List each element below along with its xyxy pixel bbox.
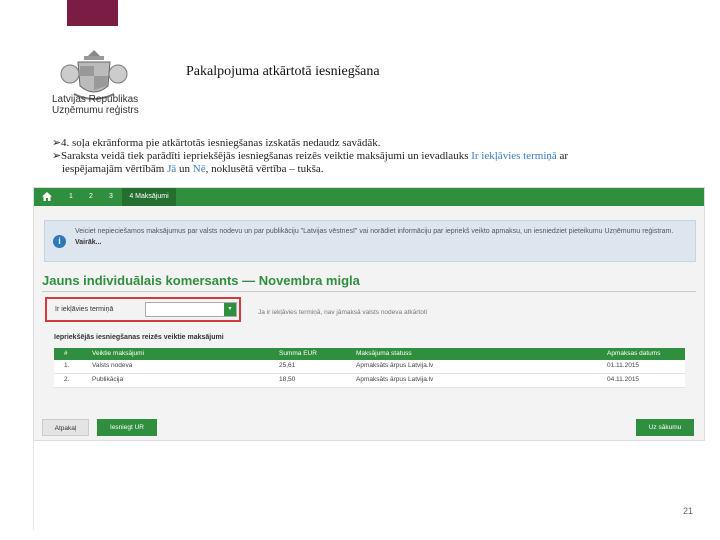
field-label: Ir iekļāvies termiņā — [55, 306, 114, 313]
value-ne: Nē — [192, 163, 206, 175]
brand-bar — [67, 0, 118, 26]
nav-step-1[interactable]: 1 — [64, 188, 78, 206]
chevron-down-icon[interactable]: ▾ — [224, 303, 236, 316]
page-number: 21 — [683, 506, 694, 516]
logo-caption: Latvijas Republikas Uzņēmumu reģistrs — [52, 94, 139, 116]
row-amount: 18,50 — [279, 376, 296, 383]
row-payment: Valsts nodeva — [92, 362, 133, 369]
header-number: # — [64, 350, 68, 357]
nav-step-2[interactable]: 2 — [84, 188, 98, 206]
nav-step-4[interactable]: 4 Maksājumi — [122, 188, 176, 206]
table-row: 1. Valsts nodeva 25,61 Apmaksāts ārpus L… — [54, 360, 685, 374]
form-heading: Jauns individuālais komersants — Novembr… — [42, 273, 360, 288]
header-date: Apmaksas datums — [607, 350, 661, 357]
bullet-2-line2-c: , noklusētā vērtība – tukša. — [205, 163, 324, 175]
payments-section-title: Iepriekšējās iesniegšanas reizēs veiktie… — [54, 334, 224, 341]
arrow-bullet-icon: ➢ — [52, 150, 62, 162]
row-date: 04.11.2015 — [607, 376, 640, 383]
info-text-block: Veiciet nepieciešamos maksājumus par val… — [75, 226, 685, 248]
logo-caption-line1: Latvijas Republikas — [52, 94, 139, 105]
bullet-list: ➢4. soļa ekrānforma pie atkārtotās iesni… — [52, 137, 692, 176]
bullet-1: ➢4. soļa ekrānforma pie atkārtotās iesni… — [52, 137, 692, 150]
nav-step-3[interactable]: 3 — [104, 188, 118, 206]
table-header: # Veiktie maksājumi Summa EUR Maksājuma … — [54, 348, 685, 360]
table-row: 2. Publikācija 18,50 Apmaksāts ārpus Lat… — [54, 374, 685, 388]
highlight-box: Ir iekļāvies termiņā ▾ — [45, 297, 241, 322]
row-amount: 25,61 — [279, 362, 296, 369]
bullet-2-continuation: iespējamajām vērtībām Jā un Nē, noklusēt… — [52, 163, 692, 176]
logo-caption-line2: Uzņēmumu reģistrs — [52, 105, 139, 116]
bullet-1-text: 4. soļa ekrānforma pie atkārtotās iesnie… — [61, 137, 381, 149]
back-button[interactable]: Atpakaļ — [42, 419, 89, 436]
info-icon: i — [53, 235, 66, 248]
row-number: 2. — [64, 376, 70, 383]
row-date: 01.11.2015 — [607, 362, 640, 369]
bullet-2-text-a: Saraksta veidā tiek parādīti iepriekšējā… — [61, 150, 472, 162]
row-payment: Publikācija — [92, 376, 124, 383]
bullet-2-line2-b: un — [176, 163, 193, 175]
submit-button[interactable]: Iesniegt UR — [97, 419, 157, 436]
home-icon[interactable] — [42, 188, 52, 206]
left-divider — [33, 440, 34, 530]
to-start-button[interactable]: Uz sākumu — [636, 419, 694, 436]
bullet-2-line2-a: iespējamajām vērtībām — [62, 163, 168, 175]
bullet-2: ➢Saraksta veidā tiek parādīti iepriekšēj… — [52, 150, 692, 176]
info-more-link[interactable]: Vairāk... — [75, 239, 101, 246]
heading-divider — [42, 291, 696, 292]
slide-title: Pakalpojuma atkārtotā iesniegšana — [186, 64, 380, 79]
header-amount: Summa EUR — [279, 350, 317, 357]
row-status: Apmaksāts ārpus Latvija.lv — [356, 376, 434, 383]
bullet-2-keyword: Ir iekļāvies termiņā — [471, 150, 557, 162]
info-panel: i Veiciet nepieciešamos maksājumus par v… — [44, 220, 696, 262]
arrow-bullet-icon: ➢ — [52, 137, 62, 149]
row-number: 1. — [64, 362, 70, 369]
value-ja: Jā — [167, 163, 177, 175]
info-text: Veiciet nepieciešamos maksājumus par val… — [75, 228, 674, 235]
step-navbar: 1 2 3 4 Maksājumi — [34, 188, 704, 206]
payments-table: # Veiktie maksājumi Summa EUR Maksājuma … — [54, 348, 685, 388]
header-payment: Veiktie maksājumi — [92, 350, 145, 357]
field-hint: Ja ir iekļāvies termiņā, nav jāmaksā val… — [258, 309, 428, 316]
deadline-select[interactable]: ▾ — [145, 302, 237, 317]
header-status: Maksājuma statuss — [356, 350, 412, 357]
bullet-2-text-b: ar — [556, 150, 569, 162]
row-status: Apmaksāts ārpus Latvija.lv — [356, 362, 434, 369]
app-screenshot: 1 2 3 4 Maksājumi i Veiciet nepieciešamo… — [33, 187, 705, 441]
